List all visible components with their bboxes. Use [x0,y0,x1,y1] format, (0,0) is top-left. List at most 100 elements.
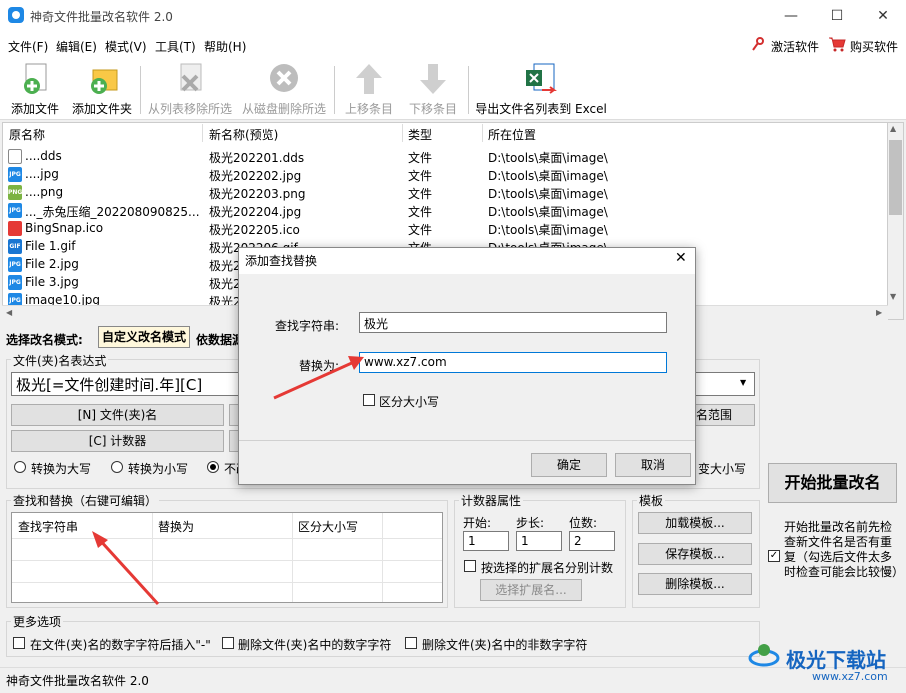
grid-line [292,513,293,602]
table-row[interactable] [3,219,886,237]
delete-from-disk-button[interactable]: 从磁盘删除所选 [240,62,328,118]
cell-original-name: ..._赤兔压缩_202208090825... [25,205,200,219]
dropdown-arrow-icon[interactable]: ▼ [740,378,746,387]
delete-icon [267,62,301,96]
name-range-button[interactable]: 名范围 [686,404,755,426]
counter-start-input[interactable]: 1 [463,531,509,551]
maximize-button[interactable]: ☐ [814,0,860,32]
column-header-new[interactable]: 新名称(预览) [209,126,278,143]
radio-lowercase[interactable] [111,461,123,473]
cell-new-name: 极光202203.png [209,187,306,201]
grid-line [382,513,383,602]
watermark-logo-icon [748,640,780,670]
jpg-file-icon: JPG [8,257,22,272]
add-folder-icon [85,62,119,96]
menu-help[interactable]: 帮助(H) [204,38,246,55]
cell-new-name: 极光202202.jpg [209,169,302,183]
scroll-right-icon[interactable]: ▶ [876,308,882,317]
cell-type: 文件 [408,187,433,201]
cell-type: 文件 [408,151,433,165]
radio-case-label: 变大小写 [698,462,747,476]
cell-type: 文件 [408,205,433,219]
tab-data-source[interactable]: 依数据源 [196,331,244,348]
buy-link[interactable]: 购买软件 [850,38,898,55]
by-extension-checkbox[interactable] [464,560,476,572]
table-row[interactable] [3,183,886,201]
dds-file-icon [8,149,22,164]
dialog-title: 添加查找替换 [245,254,318,268]
start-rename-button[interactable]: 开始批量改名 [768,463,897,503]
add-file-button[interactable]: 添加文件 [8,62,62,118]
key-icon [752,37,764,51]
save-template-button[interactable]: 保存模板... [638,543,752,565]
replace-with-input[interactable]: www.xz7.com [359,352,667,373]
cell-location: D:\tools\桌面\image\ [488,223,608,237]
column-header-type[interactable]: 类型 [408,126,432,143]
select-extension-button[interactable]: 选择扩展名... [480,579,582,601]
find-replace-group-title: 查找和替换（右键可编辑） [11,492,160,509]
cell-type: 文件 [408,169,433,183]
add-folder-button[interactable]: 添加文件夹 [70,62,134,118]
radio-uppercase[interactable] [14,461,26,473]
cell-original-name: ....jpg [25,167,59,181]
delete-digits-checkbox[interactable] [222,637,234,649]
move-up-button[interactable]: 上移条目 [342,62,396,118]
ok-button[interactable]: 确定 [531,453,607,477]
add-file-icon [18,62,52,96]
load-template-button[interactable]: 加载模板... [638,512,752,534]
jpg-file-icon: JPG [8,275,22,290]
column-divider[interactable] [482,124,483,142]
scrollbar-thumb[interactable] [889,140,902,215]
cart-icon [828,36,846,52]
column-header-find[interactable]: 查找字符串 [18,518,78,535]
menu-tools[interactable]: 工具(T) [155,38,196,55]
scroll-down-icon[interactable]: ▼ [890,292,896,301]
delete-nondigits-checkbox[interactable] [405,637,417,649]
insert-counter-button[interactable]: [C] 计数器 [11,430,224,452]
scroll-left-icon[interactable]: ◀ [6,308,12,317]
watermark-url: www.xz7.com [812,670,888,683]
menu-edit[interactable]: 编辑(E) [56,38,97,55]
check-duplicate-checkbox[interactable]: ✓ [768,550,780,562]
move-down-button[interactable]: 下移条目 [406,62,460,118]
minimize-button[interactable]: — [768,0,814,32]
export-excel-button[interactable]: 导出文件名列表到 Excel [474,62,608,118]
counter-digits-input[interactable]: 2 [569,531,615,551]
cell-original-name: File 3.jpg [25,275,79,289]
annotation-arrow [92,531,160,606]
grid-line [12,538,442,539]
column-header-case[interactable]: 区分大小写 [298,518,358,535]
radio-no-change[interactable] [207,461,219,473]
column-divider[interactable] [402,124,403,142]
table-row[interactable] [3,165,886,183]
scroll-up-icon[interactable]: ▲ [890,124,896,133]
delete-digits-label: 删除文件(夹)名中的数字字符 [238,638,392,652]
delete-template-button[interactable]: 删除模板... [638,573,752,595]
png-file-icon: PNG [8,185,22,200]
cell-original-name: ....png [25,185,64,199]
insert-dash-checkbox[interactable] [13,637,25,649]
table-row[interactable] [3,147,886,165]
check-duplicate-label: 开始批量改名前先检查新文件名是否有重复（勾选后文件太多时检查可能会比较慢） [784,520,905,579]
close-button[interactable]: ✕ [860,0,906,32]
activate-link[interactable]: 激活软件 [771,38,819,55]
column-divider[interactable] [202,124,203,142]
tab-custom-mode[interactable]: 自定义改名模式 [98,326,190,348]
remove-from-list-button[interactable]: 从列表移除所选 [146,62,234,118]
menu-mode[interactable]: 模式(V) [105,38,147,55]
menu-file[interactable]: 文件(F) [8,38,48,55]
dialog-close-icon[interactable]: ✕ [675,250,687,266]
cell-new-name: 极光202205.ico [209,223,300,237]
toolbar-divider [140,66,141,114]
template-group-title: 模板 [637,492,666,509]
insert-name-button[interactable]: [N] 文件(夹)名 [11,404,224,426]
counter-step-input[interactable]: 1 [516,531,562,551]
column-header-original[interactable]: 原名称 [9,126,45,143]
cancel-button[interactable]: 取消 [615,453,691,477]
counter-group-title: 计数器属性 [459,492,524,509]
jpg-file-icon: JPG [8,167,22,182]
insert-dash-label: 在文件(夹)名的数字字符后插入"-" [30,638,211,652]
column-header-location[interactable]: 所在位置 [488,126,536,143]
by-extension-label: 按选择的扩展名分别计数 [481,561,614,575]
find-string-input[interactable]: 极光 [359,312,667,333]
